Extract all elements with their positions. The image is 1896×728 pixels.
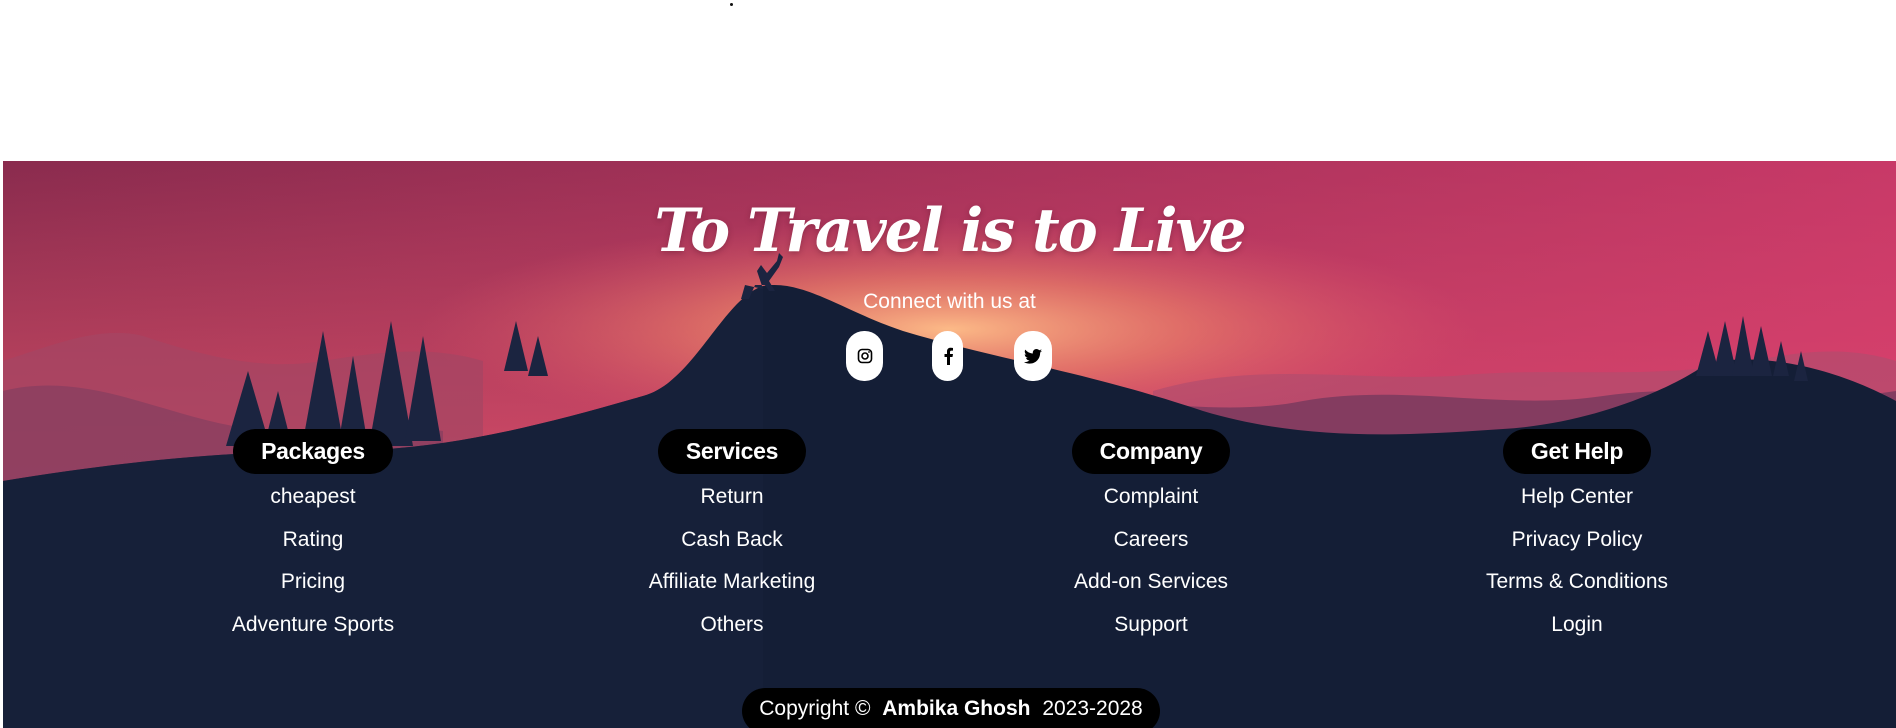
footer-link-login[interactable]: Login	[1427, 604, 1727, 647]
footer-link-terms-conditions[interactable]: Terms & Conditions	[1427, 561, 1727, 604]
footer-link-support[interactable]: Support	[1001, 604, 1301, 647]
footer-link-adventure-sports[interactable]: Adventure Sports	[163, 604, 463, 647]
footer-link-cash-back[interactable]: Cash Back	[582, 519, 882, 562]
column-heading: Company	[1071, 429, 1231, 474]
twitter-icon	[1024, 348, 1042, 364]
footer-link-cheapest[interactable]: cheapest	[163, 476, 463, 519]
footer-link-others[interactable]: Others	[582, 604, 882, 647]
footer-link-rating[interactable]: Rating	[163, 519, 463, 562]
footer-tagline: To Travel is to Live	[654, 196, 1246, 266]
footer-column-services: Services Return Cash Back Affiliate Mark…	[582, 429, 882, 646]
footer-link-add-on-services[interactable]: Add-on Services	[1001, 561, 1301, 604]
footer-link-complaint[interactable]: Complaint	[1001, 476, 1301, 519]
copyright-bar: Copyright © Ambika Ghosh 2023-2028	[742, 688, 1160, 728]
instagram-icon	[857, 348, 872, 364]
copyright-author: Ambika Ghosh	[882, 697, 1031, 720]
column-heading: Packages	[233, 429, 393, 474]
column-heading: Get Help	[1502, 429, 1652, 474]
footer-link-careers[interactable]: Careers	[1001, 519, 1301, 562]
facebook-icon	[944, 347, 953, 365]
stray-dot	[730, 3, 733, 6]
footer-link-privacy-policy[interactable]: Privacy Policy	[1427, 519, 1727, 562]
twitter-button[interactable]	[1014, 331, 1052, 381]
facebook-button[interactable]	[932, 331, 963, 381]
site-footer: To Travel is to Live Connect with us at …	[3, 161, 1896, 728]
instagram-button[interactable]	[846, 331, 883, 381]
footer-link-affiliate-marketing[interactable]: Affiliate Marketing	[582, 561, 882, 604]
copyright-years: 2023-2028	[1042, 697, 1143, 720]
column-heading: Services	[657, 429, 807, 474]
footer-column-packages: Packages cheapest Rating Pricing Adventu…	[163, 429, 463, 646]
copyright-prefix: Copyright ©	[759, 697, 871, 720]
footer-column-company: Company Complaint Careers Add-on Service…	[1001, 429, 1301, 646]
footer-column-get-help: Get Help Help Center Privacy Policy Term…	[1427, 429, 1727, 646]
footer-link-pricing[interactable]: Pricing	[163, 561, 463, 604]
footer-link-help-center[interactable]: Help Center	[1427, 476, 1727, 519]
connect-text: Connect with us at	[863, 290, 1036, 313]
footer-link-return[interactable]: Return	[582, 476, 882, 519]
